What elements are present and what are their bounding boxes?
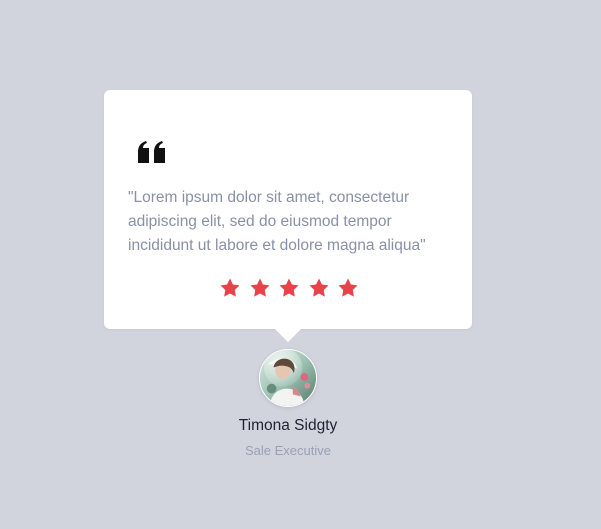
author-role: Sale Executive xyxy=(245,443,331,458)
author-name: Timona Sidgty xyxy=(238,417,338,434)
avatar xyxy=(259,349,317,407)
star-icon xyxy=(279,278,299,297)
testimonial-text: "Lorem ipsum dolor sit amet, consectetur… xyxy=(128,189,426,254)
star-icon xyxy=(309,278,328,297)
quote-icon xyxy=(136,140,168,164)
star-icon xyxy=(220,278,240,297)
star-icon xyxy=(250,278,269,297)
rating-stars xyxy=(218,276,360,300)
star-icon xyxy=(338,278,358,297)
